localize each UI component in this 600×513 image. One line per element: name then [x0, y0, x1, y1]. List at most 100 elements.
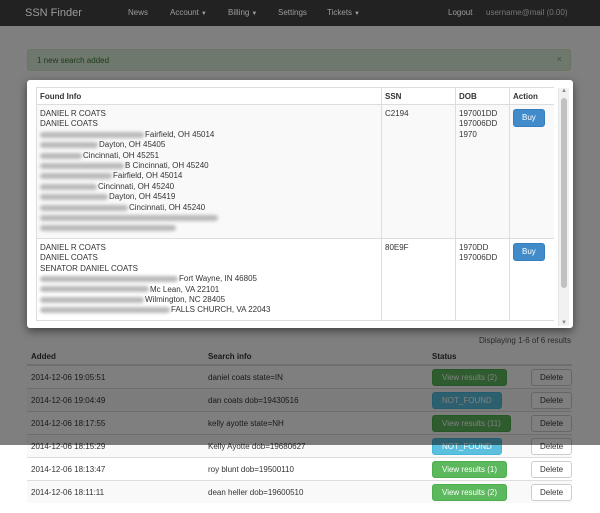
redacted-text — [40, 162, 124, 169]
redacted-text — [40, 286, 149, 293]
address-text: Mc Lean, VA 22101 — [150, 284, 220, 294]
delete-cell: Delete — [527, 457, 573, 481]
result-row: DANIEL R COATS DANIEL COATS SENATOR DANI… — [36, 237, 554, 321]
address-line: Wilmington, NC 28405 — [40, 295, 378, 305]
status-cell: View results (1) — [428, 457, 527, 481]
name-line: SENATOR DANIEL COATS — [40, 263, 138, 273]
added-cell: 2014-12-06 18:13:47 — [27, 457, 204, 481]
address-line: Dayton, OH 45405 — [40, 140, 378, 150]
redacted-text — [40, 275, 178, 282]
nav-account-label: Account — [170, 8, 199, 17]
address-line: B Cincinnati, OH 45240 — [40, 161, 378, 171]
buy-button[interactable]: Buy — [513, 109, 545, 128]
address-line — [40, 213, 378, 223]
found-info-header: Found Info — [36, 87, 382, 105]
nav-account[interactable]: Account ▼ — [170, 8, 207, 17]
name-line: DANIEL COATS — [40, 253, 98, 263]
dob-cell: 1970DD 197006DD — [455, 237, 510, 321]
dob-line: 1970DD — [459, 242, 489, 252]
redacted-text — [40, 194, 108, 201]
nav-settings[interactable]: Settings — [278, 8, 307, 17]
action-cell: Buy — [509, 104, 554, 239]
address-text: Fairfield, OH 45014 — [113, 171, 183, 181]
navbar: SSN Finder News Account ▼ Billing ▼ Settin… — [0, 0, 600, 26]
address-text: Wilmington, NC 28405 — [145, 294, 226, 304]
address-text: Cincinnati, OH 45240 — [129, 202, 206, 212]
address-line: Fairfield, OH 45014 — [40, 171, 378, 181]
address-line: Cincinnati, OH 45251 — [40, 151, 378, 161]
address-line — [40, 223, 378, 233]
status-cell: View results (2) — [428, 480, 527, 503]
scroll-down-icon[interactable]: ▼ — [561, 320, 567, 326]
search-info-cell: dean heller dob=19600510 — [204, 480, 428, 503]
view-results-button[interactable]: View results (2) — [432, 483, 507, 501]
nav-logout[interactable]: Logout — [448, 8, 472, 17]
address-text: Fort Wayne, IN 46805 — [179, 274, 257, 284]
address-line: Cincinnati, OH 45240 — [40, 203, 378, 213]
address-text: Cincinnati, OH 45251 — [83, 150, 160, 160]
name-line: DANIEL R COATS — [40, 242, 106, 252]
scrollbar-thumb[interactable] — [561, 98, 567, 288]
found-info-table: Found Info SSN DOB Action DANIEL R COATS… — [36, 87, 554, 321]
delete-button[interactable]: Delete — [531, 483, 573, 501]
name-line: DANIEL COATS — [40, 119, 98, 129]
results-modal: Found Info SSN DOB Action DANIEL R COATS… — [27, 80, 573, 328]
view-results-button[interactable]: View results (1) — [432, 460, 507, 478]
table-row: 2014-12-06 18:11:11 dean heller dob=1960… — [27, 480, 573, 503]
address-text: Dayton, OH 45419 — [109, 192, 176, 202]
caret-down-icon: ▼ — [251, 11, 258, 17]
address-line: Dayton, OH 45419 — [40, 192, 378, 202]
nav-billing[interactable]: Billing ▼ — [228, 8, 257, 17]
redacted-text — [40, 173, 112, 180]
dob-line: 197006DD — [459, 119, 498, 129]
result-row: DANIEL R COATS DANIEL COATS Fairfield, O… — [36, 104, 554, 239]
modal-scroll-area[interactable]: Found Info SSN DOB Action DANIEL R COATS… — [36, 87, 554, 325]
redacted-text — [40, 204, 128, 211]
redacted-text — [40, 225, 176, 232]
added-cell: 2014-12-06 18:11:11 — [27, 480, 204, 503]
nav-tickets-label: Tickets — [327, 8, 353, 17]
buy-button[interactable]: Buy — [513, 242, 545, 262]
modal-scrollbar[interactable]: ▲ ▼ — [558, 88, 569, 326]
dob-line: 197001DD — [459, 109, 498, 118]
address-line: Mc Lean, VA 22101 — [40, 285, 378, 295]
address-text: Dayton, OH 45405 — [99, 140, 166, 150]
address-line: FALLS CHURCH, VA 22043 — [40, 305, 378, 315]
delete-cell: Delete — [527, 480, 573, 503]
brand-logo[interactable]: SSN Finder — [25, 7, 82, 19]
ssn-cell: 80E9F — [381, 237, 456, 321]
dob-cell: 197001DD 197006DD 1970 — [455, 104, 510, 239]
caret-down-icon: ▼ — [354, 11, 360, 17]
nav-billing-label: Billing — [228, 8, 250, 17]
redacted-text — [40, 296, 144, 303]
address-line: Fort Wayne, IN 46805 — [40, 274, 378, 284]
action-header: Action — [509, 87, 554, 105]
dob-line: 197006DD — [459, 253, 498, 263]
ssn-header: SSN — [381, 87, 456, 105]
address-line: Cincinnati, OH 45240 — [40, 182, 378, 192]
dob-header: DOB — [455, 87, 510, 105]
redacted-text — [40, 183, 97, 190]
found-info-cell: DANIEL R COATS DANIEL COATS Fairfield, O… — [36, 104, 382, 239]
nav-user[interactable]: username@mail (0.00) — [486, 8, 567, 17]
action-cell: Buy — [509, 237, 554, 321]
table-row: 2014-12-06 18:13:47 roy blunt dob=195001… — [27, 457, 573, 481]
scroll-up-icon[interactable]: ▲ — [561, 88, 567, 94]
search-info-cell: roy blunt dob=19500110 — [204, 457, 428, 481]
address-text: FALLS CHURCH, VA 22043 — [171, 305, 271, 315]
redacted-text — [40, 142, 98, 149]
name-line: DANIEL R COATS — [40, 109, 106, 118]
address-text: B Cincinnati, OH 45240 — [125, 161, 209, 171]
delete-button[interactable]: Delete — [531, 460, 573, 478]
address-line: Fairfield, OH 45014 — [40, 130, 378, 140]
nav-news[interactable]: News — [128, 8, 148, 17]
caret-down-icon: ▼ — [200, 11, 207, 17]
address-text: Cincinnati, OH 45240 — [98, 181, 175, 191]
found-info-cell: DANIEL R COATS DANIEL COATS SENATOR DANI… — [36, 237, 382, 321]
redacted-text — [40, 152, 82, 159]
dob-line: 1970 — [459, 129, 477, 139]
nav-tickets[interactable]: Tickets ▼ — [327, 8, 360, 17]
redacted-text — [40, 214, 218, 221]
address-text: Fairfield, OH 45014 — [145, 129, 215, 139]
ssn-cell: C2194 — [381, 104, 456, 239]
